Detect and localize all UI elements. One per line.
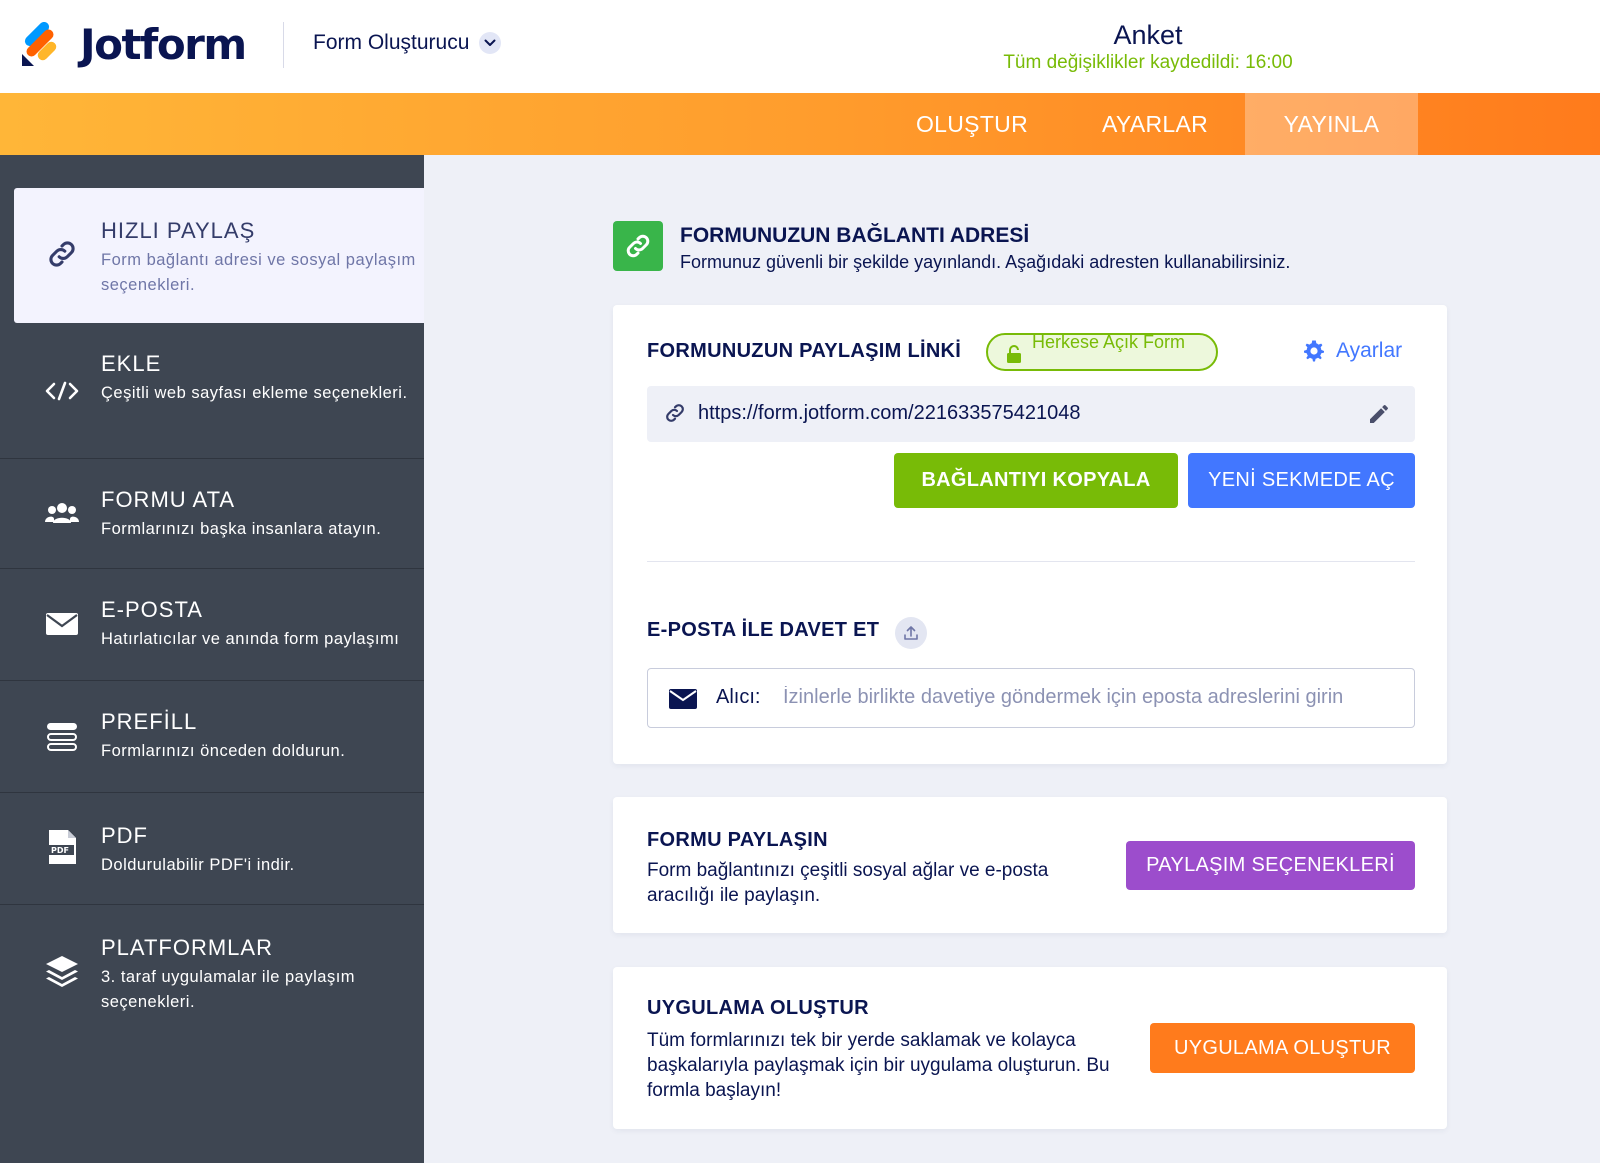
- jotform-logo-icon: [20, 21, 62, 68]
- create-app-desc: Tüm formlarınızı tek bir yerde saklamak …: [647, 1030, 1110, 1101]
- layers-icon: [44, 953, 80, 989]
- sidebar-item-title: PDF: [101, 823, 148, 848]
- sidebar-item-title: EKLE: [101, 351, 162, 376]
- header-divider: [283, 22, 284, 68]
- share-form-card: FORMU PAYLAŞIN Form bağlantınızı çeşitli…: [613, 797, 1447, 933]
- share-form-title: FORMU PAYLAŞIN: [647, 829, 828, 851]
- sidebar-item-desc: Çeşitli web sayfası ekleme seçenekleri.: [101, 384, 408, 402]
- top-header: Jotform Form Oluşturucu Anket Tüm değişi…: [0, 0, 1600, 93]
- link-icon: [613, 221, 663, 271]
- sidebar-item-desc: Formlarınızı başka insanlara atayın.: [101, 520, 382, 538]
- tab-ayarlar[interactable]: AYARLAR: [1080, 93, 1230, 155]
- sidebar-item-title: E-POSTA: [101, 597, 203, 622]
- share-link-label: FORMUNUZUN PAYLAŞIM LİNKİ: [647, 340, 962, 362]
- sidebar-item-desc: Form bağlantı adresi ve sosyal paylaşım …: [101, 251, 416, 294]
- recipient-placeholder: İzinlerle birlikte davetiye göndermek iç…: [783, 686, 1344, 708]
- main-navbar: OLUŞTUR AYARLAR YAYINLA: [0, 93, 1600, 155]
- form-url-text: https://form.jotform.com/221633575421048: [698, 402, 1081, 424]
- sidebar-item-title: PLATFORMLAR: [101, 935, 273, 960]
- email-recipients-input[interactable]: Alıcı: İzinlerle birlikte davetiye gönde…: [647, 668, 1415, 728]
- form-url-field[interactable]: https://form.jotform.com/221633575421048: [647, 386, 1415, 442]
- envelope-icon: [44, 606, 80, 642]
- copy-link-button[interactable]: BAĞLANTIYI KOPYALA: [894, 453, 1178, 508]
- sidebar-item-pdf[interactable]: PDF PDF Doldurulabilir PDF'i indir.: [0, 793, 424, 905]
- sidebar-item-quick-share[interactable]: HIZLI PAYLAŞ Form bağlantı adresi ve sos…: [14, 188, 424, 323]
- logo-wordmark: Jotform: [80, 20, 247, 69]
- chevron-down-icon: [479, 32, 502, 54]
- edit-pencil-icon[interactable]: [1367, 402, 1391, 431]
- public-form-badge[interactable]: Herkese Açık Form: [986, 332, 1218, 371]
- sidebar-item-desc: Formlarınızı önceden doldurun.: [101, 742, 346, 760]
- form-title[interactable]: Anket: [1000, 20, 1296, 51]
- sidebar-item-desc: 3. taraf uygulamalar ile paylaşım seçene…: [101, 968, 356, 1011]
- create-app-button[interactable]: UYGULAMA OLUŞTUR: [1150, 1023, 1415, 1073]
- card-divider: [647, 561, 1415, 562]
- sidebar-item-desc: Doldurulabilir PDF'i indir.: [101, 856, 295, 874]
- create-app-card: UYGULAMA OLUŞTUR Tüm formlarınızı tek bi…: [613, 967, 1447, 1129]
- recipient-label: Alıcı:: [716, 686, 761, 708]
- email-invite-label: E-POSTA İLE DAVET ET: [647, 619, 880, 641]
- svg-text:PDF: PDF: [51, 846, 69, 855]
- sidebar-item-title: FORMU ATA: [101, 487, 236, 512]
- sidebar-item-title: PREFİLL: [101, 709, 198, 734]
- gear-icon: [1304, 340, 1324, 362]
- link-settings-button[interactable]: Ayarlar: [1302, 339, 1402, 363]
- upload-icon[interactable]: [895, 617, 927, 649]
- create-app-title: UYGULAMA OLUŞTUR: [647, 997, 869, 1019]
- pdf-icon: PDF: [44, 829, 80, 865]
- main-content: FORMUNUZUN BAĞLANTI ADRESİ Formunuz güve…: [424, 155, 1600, 1163]
- envelope-icon: [668, 688, 698, 715]
- sidebar-item-platforms[interactable]: PLATFORMLAR 3. taraf uygulamalar ile pay…: [0, 905, 424, 1163]
- tab-olustur[interactable]: OLUŞTUR: [894, 93, 1050, 155]
- save-status: Tüm değişiklikler kaydedildi: 16:00: [1003, 52, 1293, 73]
- sidebar-item-assign[interactable]: FORMU ATA Formlarınızı başka insanlara a…: [0, 459, 424, 569]
- form-builder-label: Form Oluşturucu: [313, 31, 470, 54]
- share-options-button[interactable]: PAYLAŞIM SEÇENEKLERİ: [1126, 841, 1415, 890]
- sidebar-item-embed[interactable]: EKLE Çeşitli web sayfası ekleme seçenekl…: [0, 323, 424, 459]
- tab-yayinla[interactable]: YAYINLA: [1245, 93, 1418, 155]
- users-icon: [44, 495, 80, 531]
- open-in-new-tab-button[interactable]: YENİ SEKMEDE AÇ: [1188, 453, 1415, 508]
- share-link-card: FORMUNUZUN PAYLAŞIM LİNKİ Herkese Açık F…: [613, 305, 1447, 764]
- prefill-icon: [44, 719, 80, 755]
- link-icon: [663, 401, 687, 430]
- publish-sidebar: HIZLI PAYLAŞ Form bağlantı adresi ve sos…: [0, 155, 424, 1163]
- sidebar-item-title: HIZLI PAYLAŞ: [101, 218, 256, 243]
- section-title: FORMUNUZUN BAĞLANTI ADRESİ: [680, 224, 1030, 247]
- sidebar-item-prefill[interactable]: PREFİLL Formlarınızı önceden doldurun.: [0, 681, 424, 793]
- section-subtitle: Formunuz güvenli bir şekilde yayınlandı.…: [680, 252, 1291, 272]
- code-icon: [44, 373, 80, 409]
- sidebar-item-email[interactable]: E-POSTA Hatırlatıcılar ve anında form pa…: [0, 569, 424, 681]
- settings-link-label: Ayarlar: [1336, 339, 1403, 362]
- jotform-logo[interactable]: Jotform: [20, 20, 247, 69]
- lock-icon: [1006, 345, 1022, 368]
- sidebar-item-desc: Hatırlatıcılar ve anında form paylaşımı: [101, 630, 400, 648]
- share-form-desc: Form bağlantınızı çeşitli sosyal ağlar v…: [647, 860, 1049, 906]
- badge-text: Herkese Açık Form: [1032, 332, 1186, 352]
- link-icon: [44, 236, 80, 272]
- form-builder-dropdown[interactable]: Form Oluşturucu: [313, 31, 502, 55]
